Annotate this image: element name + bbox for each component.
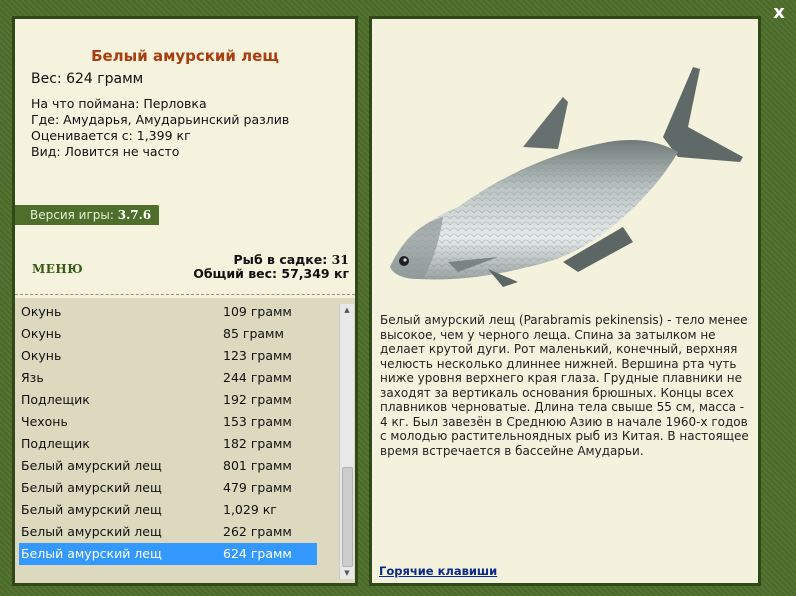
list-item[interactable]: Окунь 109 грамм [19,301,317,323]
catch-list-area: Окунь 109 грамм Окунь 85 грамм Окунь 123 грам… [15,298,355,583]
list-item-name: Белый амурский лещ [21,480,162,495]
detail-bait: На что поймана: Перловка [31,96,207,111]
divider [15,294,355,295]
version-badge: Версия игры: 3.7.6 [15,205,160,225]
total-weight: Общий вес: 57,349 кг [193,267,349,281]
close-icon: x [773,2,785,23]
fish-description: Белый амурский лещ (Parabramis pekinensi… [380,313,749,458]
list-item-weight: 1,029 кг [223,502,277,517]
list-item-weight: 262 грамм [223,524,292,539]
detail-rarity: Вид: Ловится не часто [31,144,180,159]
list-item[interactable]: Белый амурский лещ 801 грамм [19,455,317,477]
list-item-name: Белый амурский лещ [21,458,162,473]
list-item[interactable]: Чехонь 153 грамм [19,411,317,433]
list-item-weight: 624 грамм [223,546,292,561]
list-item-name: Белый амурский лещ [21,502,162,517]
menu-button[interactable]: МЕНЮ [32,262,83,276]
total-weight-label: Общий вес: [193,266,278,281]
fish-picture [390,67,743,287]
right-panel: Белый амурский лещ (Parabramis pekinensi… [369,16,761,586]
list-item-name: Язь [21,370,44,385]
detail-location: Где: Амударья, Амударьинский разлив [31,112,290,127]
list-item-name: Окунь [21,304,62,319]
detail-value: Оценивается с: 1,399 кг [31,128,191,143]
list-item-weight: 109 грамм [223,304,292,319]
fish-count-value: 31 [331,252,349,267]
list-item[interactable]: Белый амурский лещ 624 грамм [19,543,317,565]
left-panel: Белый амурский лещ Вес: 624 грамм На что… [12,16,358,586]
arrow-down-icon[interactable]: ▼ [340,567,354,579]
list-item-weight: 85 грамм [223,326,284,341]
version-value: 3.7.6 [117,208,152,222]
list-item[interactable]: Подлещик 192 грамм [19,389,317,411]
scroll-thumb[interactable] [342,467,353,567]
list-item-weight: 479 грамм [223,480,292,495]
list-item-weight: 153 грамм [223,414,292,429]
fish-title: Белый амурский лещ [91,47,279,65]
hotkeys-link[interactable]: Горячие клавиши [379,564,497,578]
list-item-weight: 192 грамм [223,392,292,407]
arrow-up-icon[interactable]: ▲ [340,304,354,316]
total-weight-value: 57,349 кг [281,266,349,281]
list-item-weight: 123 грамм [223,348,292,363]
list-item-name: Окунь [21,348,62,363]
list-item[interactable]: Окунь 123 грамм [19,345,317,367]
list-item[interactable]: Белый амурский лещ 479 грамм [19,477,317,499]
fish-count: Рыб в садке: 31 [193,253,349,267]
fish-details: На что поймана: Перловка Где: Амударья, … [31,96,289,160]
list-item[interactable]: Белый амурский лещ 1,029 кг [19,499,317,521]
list-item-name: Окунь [21,326,62,341]
list-item[interactable]: Белый амурский лещ 262 грамм [19,521,317,543]
list-item-name: Чехонь [21,414,68,429]
list-item-name: Подлещик [21,436,90,451]
fish-weight: Вес: 624 грамм [31,71,144,87]
list-item-name: Белый амурский лещ [21,546,162,561]
list-item[interactable]: Подлещик 182 грамм [19,433,317,455]
list-item-weight: 244 грамм [223,370,292,385]
list-item[interactable]: Окунь 85 грамм [19,323,317,345]
list-item-name: Белый амурский лещ [21,524,162,539]
close-button[interactable]: x [770,4,788,22]
list-item-weight: 182 грамм [223,436,292,451]
list-item[interactable]: Язь 244 грамм [19,367,317,389]
list-item-name: Подлещик [21,392,90,407]
fish-count-label: Рыб в садке: [233,252,328,267]
catch-list: Окунь 109 грамм Окунь 85 грамм Окунь 123 грам… [19,301,317,565]
version-label: Версия игры: [30,208,114,222]
scrollbar[interactable]: ▲ ▼ [339,304,354,579]
fish-info: Белый амурский лещ Вес: 624 грамм На что… [15,19,355,289]
keepnet-stats: Рыб в садке: 31 Общий вес: 57,349 кг [193,253,349,281]
list-item-weight: 801 грамм [223,458,292,473]
